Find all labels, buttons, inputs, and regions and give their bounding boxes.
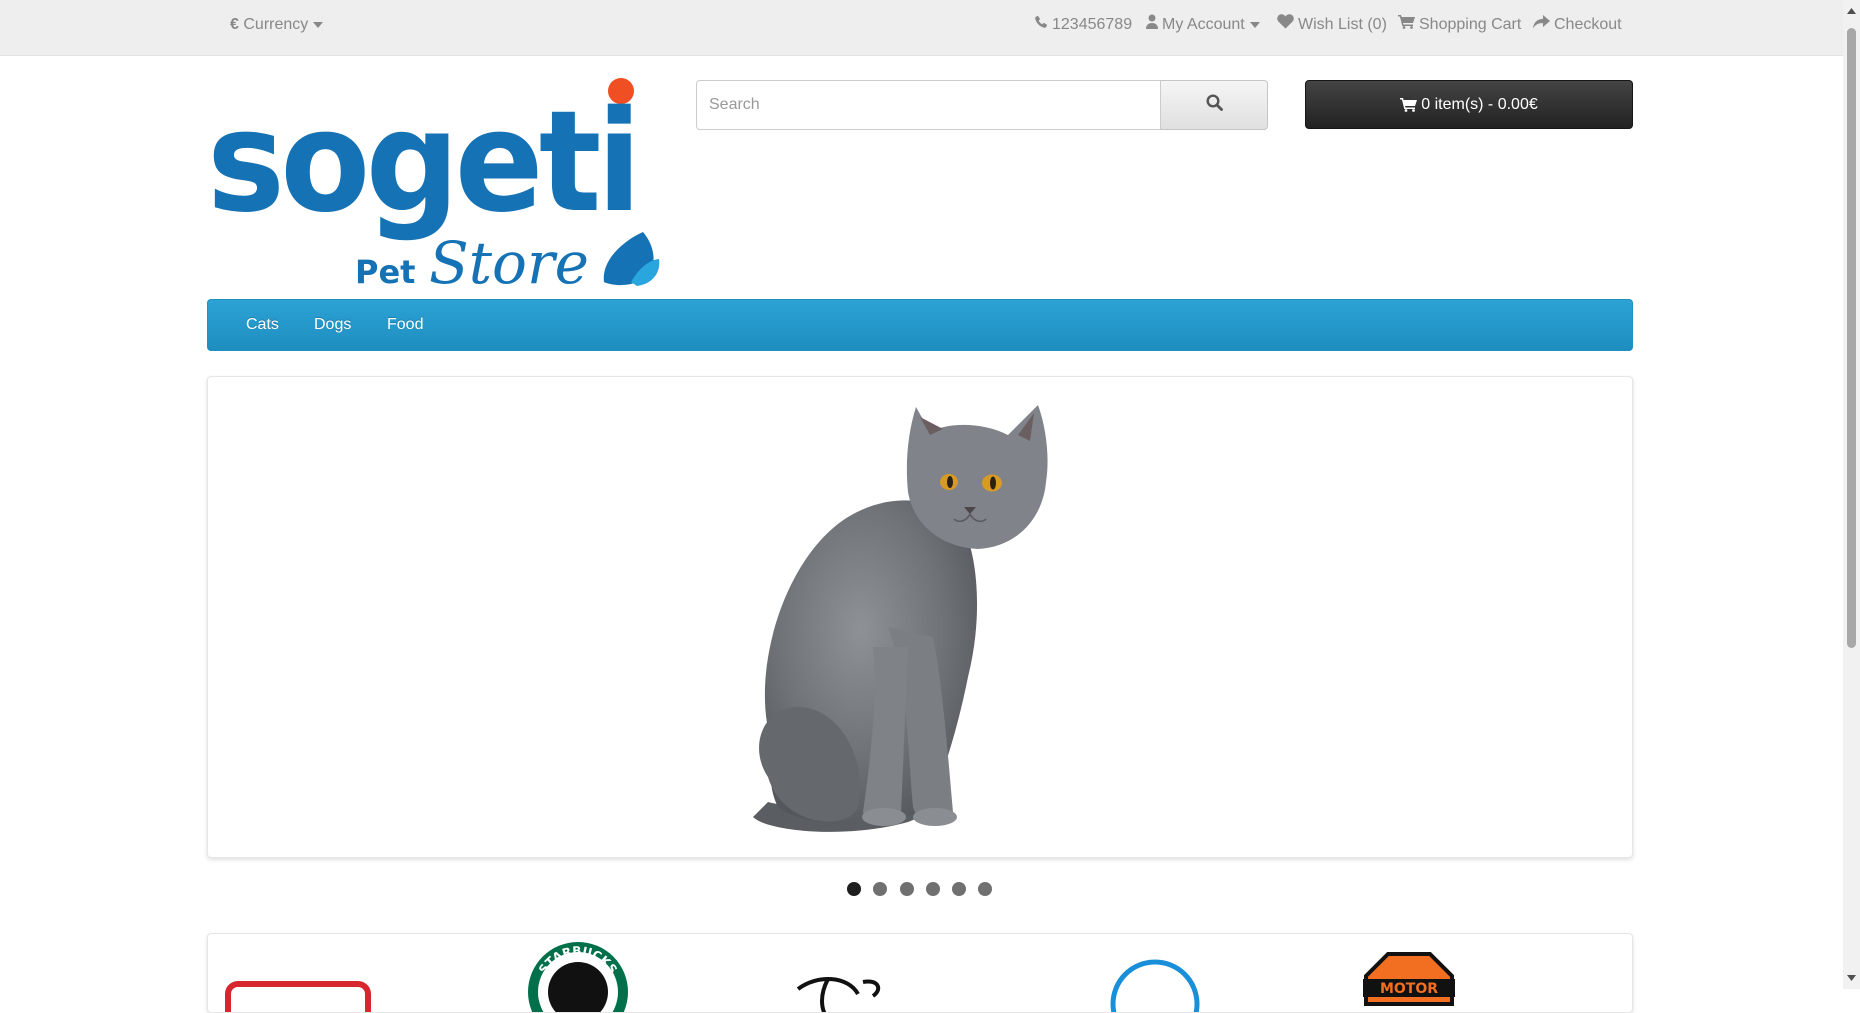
currency-dropdown[interactable]: € Currency [230, 0, 324, 50]
cat-image [753, 405, 1048, 832]
menu-item-cats[interactable]: Cats [246, 300, 279, 350]
cart-total-label: 0 item(s) - 0.00€ [1421, 95, 1538, 113]
brand-logo-red[interactable] [225, 981, 371, 1013]
slide-dot-3[interactable] [900, 882, 914, 896]
store-logo[interactable]: sogeti Pet Store [207, 76, 662, 297]
brand-carousel: STARBUCKS MOTOR [207, 933, 1633, 1013]
slide-dot-5[interactable] [952, 882, 966, 896]
chevron-down-icon [1249, 22, 1260, 28]
top-bar: € Currency 123456789 My Account Wish Lis… [0, 0, 1843, 56]
logo-store-text: Store [429, 229, 589, 290]
wish-list-label: Wish List (0) [1298, 16, 1387, 34]
brand-logo-harley[interactable]: MOTOR [1363, 952, 1455, 1006]
harley-text: MOTOR [1380, 981, 1438, 997]
brand-logo-disney[interactable] [796, 976, 881, 1013]
currency-symbol: € [230, 16, 239, 33]
my-account-label: My Account [1162, 16, 1245, 34]
my-account-dropdown[interactable]: My Account [1146, 0, 1260, 50]
wish-list-link[interactable]: Wish List (0) [1277, 0, 1387, 50]
slide-dot-2[interactable] [873, 882, 887, 896]
cart-icon [1398, 0, 1415, 50]
chevron-down-icon [313, 21, 324, 28]
share-icon [1533, 0, 1550, 50]
scrollbar-thumb[interactable] [1847, 28, 1856, 648]
cart-total-button[interactable]: 0 item(s) - 0.00€ [1305, 80, 1633, 129]
logo-pet-text: Pet [355, 253, 415, 290]
heart-icon [1277, 0, 1294, 50]
slide-dot-4[interactable] [926, 882, 940, 896]
brand-logo-blue-circle[interactable] [1110, 959, 1200, 1013]
cart-icon [1400, 97, 1418, 112]
scroll-down-arrow-icon[interactable] [1847, 975, 1856, 981]
scroll-up-arrow-icon[interactable] [1847, 8, 1856, 14]
slide-dot-1[interactable] [847, 882, 861, 896]
phone-number: 123456789 [1052, 16, 1133, 34]
shopping-cart-link[interactable]: Shopping Cart [1398, 0, 1521, 50]
logo-brand-text: sogeti [207, 81, 637, 244]
phone-link[interactable]: 123456789 [1034, 0, 1132, 50]
phone-icon [1034, 0, 1048, 50]
shopping-cart-label: Shopping Cart [1419, 16, 1522, 34]
currency-label: Currency [243, 16, 309, 33]
page-scrollbar[interactable] [1843, 0, 1860, 989]
checkout-label: Checkout [1554, 16, 1622, 34]
checkout-link[interactable]: Checkout [1533, 0, 1622, 50]
menu-item-dogs[interactable]: Dogs [314, 300, 351, 350]
user-icon [1146, 0, 1158, 50]
search-button[interactable] [1161, 80, 1268, 130]
search-input[interactable] [696, 80, 1161, 130]
main-menu: Cats Dogs Food [207, 299, 1633, 351]
menu-item-food[interactable]: Food [387, 300, 423, 350]
search-icon [1205, 94, 1223, 116]
slideshow[interactable] [207, 376, 1633, 858]
slide-dot-6[interactable] [978, 882, 992, 896]
brand-logo-starbucks[interactable]: STARBUCKS [528, 942, 628, 1013]
